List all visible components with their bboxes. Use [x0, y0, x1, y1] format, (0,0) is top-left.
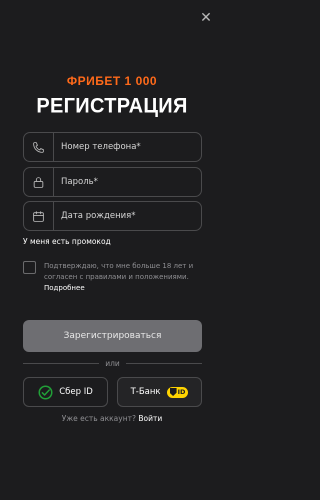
page-title: РЕГИСТРАЦИЯ — [36, 94, 188, 118]
tbank-id-button[interactable]: Т-Банк ID — [117, 377, 202, 407]
consent-more-link[interactable]: Подробнее — [44, 283, 204, 294]
consent-text: Подтверждаю, что мне больше 18 лет и сог… — [44, 262, 194, 281]
consent-checkbox[interactable] — [23, 261, 36, 274]
tbank-shield-icon — [169, 388, 177, 396]
sber-logo-icon — [38, 385, 53, 399]
promo-code-toggle[interactable]: У меня есть промокод — [23, 237, 111, 246]
consent-text-block: Подтверждаю, что мне больше 18 лет и сог… — [44, 261, 204, 294]
close-icon[interactable]: ✕ — [200, 11, 212, 25]
divider-line-left — [23, 362, 100, 364]
or-divider: или — [23, 358, 203, 368]
sber-id-button[interactable]: Сбер ID — [23, 377, 108, 407]
lock-icon — [24, 167, 54, 197]
tbank-badge-text: ID — [177, 388, 186, 396]
phone-icon — [24, 132, 54, 162]
phone-input[interactable] — [54, 133, 201, 161]
login-question: Уже есть аккаунт? — [61, 414, 136, 423]
password-field[interactable] — [23, 167, 202, 197]
tbank-label: Т-Банк — [130, 387, 161, 397]
register-button[interactable]: Зарегистрироваться — [23, 320, 202, 352]
tbank-id-badge: ID — [166, 386, 189, 398]
sber-id-label: Сбер ID — [59, 387, 93, 397]
phone-field[interactable] — [23, 132, 202, 162]
divider-line-right — [125, 362, 203, 364]
birthdate-input[interactable] — [54, 202, 201, 230]
or-text: или — [105, 358, 120, 368]
birthdate-field[interactable] — [23, 201, 202, 231]
password-input[interactable] — [54, 168, 201, 196]
login-prompt: Уже есть аккаунт? Войти — [0, 414, 224, 423]
login-link[interactable]: Войти — [138, 414, 162, 423]
brand-logo: ФРИБЕТ 1 000 — [66, 74, 158, 88]
calendar-icon — [24, 201, 54, 231]
